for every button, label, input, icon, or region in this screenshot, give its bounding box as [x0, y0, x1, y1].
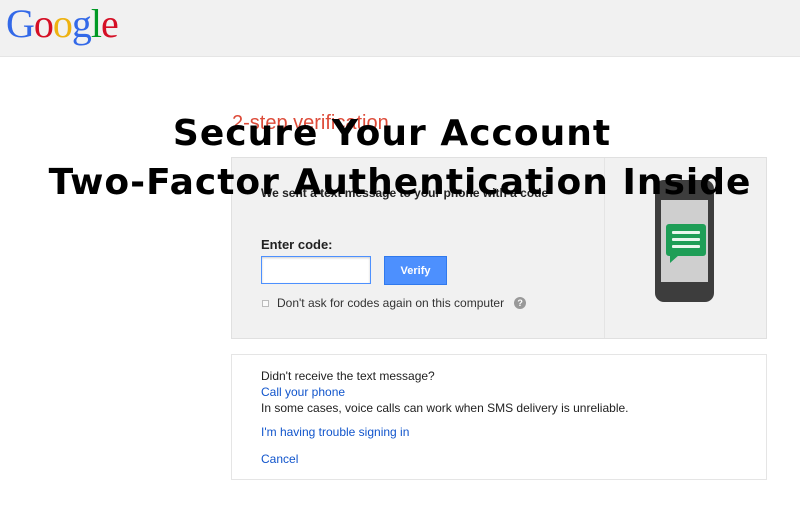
enter-code-label: Enter code: — [261, 237, 333, 252]
verify-button[interactable]: Verify — [384, 256, 447, 285]
sms-line — [672, 245, 700, 248]
google-logo[interactable]: Google — [6, 0, 119, 47]
remember-label: Don't ask for codes again on this comput… — [277, 296, 505, 310]
cancel-link[interactable]: Cancel — [261, 452, 298, 466]
sms-line — [672, 238, 700, 241]
sms-bubble-tail — [670, 255, 679, 263]
logo-letter: l — [90, 1, 102, 46]
code-input[interactable] — [261, 256, 371, 284]
top-header-bar: Google — [0, 0, 800, 57]
trouble-signing-in-link[interactable]: I'm having trouble signing in — [261, 425, 409, 439]
not-received-text: Didn't receive the text message? — [261, 369, 435, 383]
voice-call-note: In some cases, voice calls can work when… — [261, 401, 629, 415]
overlay-subheadline: Two-Factor Authentication Inside — [48, 162, 752, 203]
logo-letter: e — [101, 1, 119, 46]
help-icon[interactable]: ? — [514, 297, 527, 309]
logo-letter: o — [52, 1, 73, 46]
overlay-headline: Secure Your Account — [172, 113, 612, 154]
call-your-phone-link[interactable]: Call your phone — [261, 385, 345, 399]
sms-line — [672, 231, 700, 234]
logo-letter: g — [71, 1, 92, 46]
remember-checkbox[interactable] — [262, 299, 269, 307]
remember-computer-row[interactable]: Don't ask for codes again on this comput… — [262, 294, 527, 312]
logo-letter: G — [6, 1, 35, 46]
logo-letter: o — [33, 1, 54, 46]
